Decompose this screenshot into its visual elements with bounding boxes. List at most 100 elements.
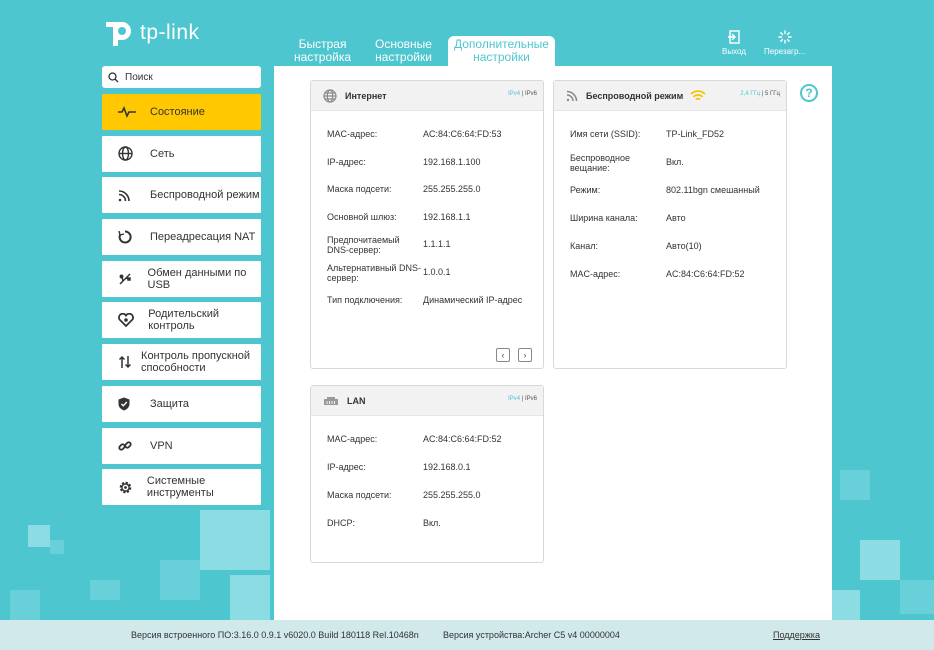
card-header: Интернет IPv4 | IPv6: [311, 81, 543, 111]
decor-square: [200, 510, 270, 570]
reboot-icon: [764, 30, 805, 47]
row-key: Тип подключения:: [327, 295, 403, 305]
support-link[interactable]: Поддержка: [773, 630, 820, 640]
ipv6-tab[interactable]: IPv6: [525, 396, 537, 402]
decor-square: [900, 580, 934, 614]
globe-icon: [323, 88, 337, 103]
sidebar-item-label: Обмен данными по USB: [147, 266, 247, 291]
row-value: 192.168.1.1: [423, 212, 471, 222]
card-title: Беспроводной режим: [586, 90, 684, 101]
globe-icon: [118, 146, 146, 161]
search-input[interactable]: [125, 71, 245, 83]
row-key: Альтернативный DNS-сервер:: [327, 263, 421, 283]
top-tabs: Быстрая настройка Основные настройки Доп…: [286, 36, 563, 67]
row-key: Канал:: [570, 241, 598, 251]
search-icon: [108, 71, 119, 82]
sidebar-item-network[interactable]: Сеть: [102, 135, 261, 172]
wireless-card: Беспроводной режим 2,4 ГГц | 5 ГГц Имя с…: [553, 80, 787, 369]
row-key: Предпочитаемый DNS-сервер:: [327, 235, 400, 255]
band-toggle: 2,4 ГГц | 5 ГГц: [740, 91, 780, 97]
card-header: LAN IPv4 | IPv6: [311, 386, 543, 416]
row-value: 255.255.255.0: [423, 490, 481, 500]
row-value: AC:84:C6:64:FD:52: [423, 434, 502, 444]
sidebar-item-bandwidth[interactable]: Контроль пропускной способности: [102, 344, 261, 381]
card-header: Беспроводной режим 2,4 ГГц | 5 ГГц: [554, 81, 786, 111]
sidebar-item-usb[interactable]: Обмен данными по USB: [102, 260, 261, 297]
sidebar-item-wireless[interactable]: Беспроводной режим: [102, 177, 261, 214]
sidebar-item-label: Системные инструменты: [146, 475, 214, 500]
row-key: Ширина канала:: [570, 213, 638, 223]
logout-label: Выход: [722, 47, 746, 56]
ipv4-tab[interactable]: IPv4: [508, 396, 520, 402]
chevron-left-icon: ‹: [501, 350, 505, 360]
row-key: IP-адрес:: [327, 462, 366, 472]
decor-square: [10, 590, 40, 620]
gear-icon: [118, 480, 143, 495]
ip-version-toggle: IPv4 | IPv6: [508, 396, 537, 402]
lan-port-icon: [324, 396, 338, 405]
row-key: Режим:: [570, 185, 601, 195]
chevron-right-icon: ›: [523, 350, 527, 360]
prev-button[interactable]: ‹: [496, 348, 510, 362]
reboot-button[interactable]: Перезагр...: [764, 30, 805, 56]
card-title: LAN: [347, 395, 366, 406]
band-5-tab[interactable]: 5 ГГц: [765, 91, 780, 97]
row-value: AC:84:C6:64:FD:52: [666, 269, 745, 279]
sidebar-item-nat[interactable]: Переадресация NAT: [102, 219, 261, 256]
footer-bar: Версия встроенного ПО:3.16.0 0.9.1 v6020…: [0, 620, 934, 650]
sidebar-item-label: Защита: [150, 397, 189, 410]
tab-advanced[interactable]: Дополнительные настройки: [447, 36, 555, 66]
decor-square: [28, 525, 50, 547]
decor-square: [160, 560, 200, 600]
row-value: 1.0.0.1: [423, 267, 451, 277]
row-key: DHCP:: [327, 518, 356, 528]
row-key: Основной шлюз:: [327, 212, 397, 222]
row-key: Маска подсети:: [327, 184, 392, 194]
sidebar-item-label: Сеть: [150, 147, 175, 160]
next-button[interactable]: ›: [518, 348, 532, 362]
lan-card: LAN IPv4 | IPv6 MAC-адрес: AC:84:C6:64:FD…: [310, 385, 544, 563]
decor-square: [90, 580, 120, 600]
row-value: Авто(10): [666, 241, 702, 251]
sidebar-item-vpn[interactable]: VPN: [102, 427, 261, 464]
help-icon[interactable]: ?: [800, 84, 818, 102]
band-24-tab[interactable]: 2,4 ГГц: [740, 91, 760, 97]
sidebar-item-label: VPN: [150, 439, 173, 452]
tp-link-logo-icon: [106, 22, 131, 46]
wireless-icon: [566, 90, 578, 101]
tab-label-line2: настройки: [473, 50, 530, 64]
vpn-icon: [118, 439, 146, 453]
row-value: Авто: [666, 213, 686, 223]
row-key: MAC-адрес:: [327, 434, 378, 444]
ipv6-tab[interactable]: IPv6: [525, 91, 537, 97]
decor-square: [860, 540, 900, 580]
card-title: Интернет: [345, 90, 387, 101]
row-key: MAC-адрес:: [570, 269, 621, 279]
hardware-version: Версия устройства:Archer C5 v4 00000004: [443, 630, 620, 640]
row-value: AC:84:C6:64:FD:53: [423, 129, 502, 139]
sidebar-item-label: Контроль пропускной способности: [141, 350, 251, 375]
tab-quick-setup[interactable]: Быстрая настройка: [286, 36, 359, 67]
sidebar-item-label: Беспроводной режим: [150, 189, 260, 202]
status-icon: [118, 106, 146, 118]
sidebar-item-security[interactable]: Защита: [102, 385, 261, 422]
sidebar-item-parental[interactable]: Родительский контроль: [102, 302, 261, 339]
nat-icon: [118, 230, 146, 244]
ipv4-tab[interactable]: IPv4: [508, 91, 520, 97]
wifi-signal-icon: [690, 89, 706, 100]
row-value: TP-Link_FD52: [666, 129, 725, 139]
logout-button[interactable]: Выход: [722, 30, 746, 56]
row-key: Беспроводное вещание:: [570, 153, 631, 173]
row-value: 1.1.1.1: [423, 239, 451, 249]
reboot-label: Перезагр...: [764, 47, 806, 56]
shield-icon: [118, 397, 146, 411]
ip-version-toggle: IPv4 | IPv6: [508, 91, 537, 97]
tab-label-line2: настройки: [375, 50, 432, 64]
decor-square: [832, 590, 860, 620]
row-key: Имя сети (SSID):: [570, 129, 641, 139]
row-value: Вкл.: [666, 157, 684, 167]
sidebar-item-system-tools[interactable]: Системные инструменты: [102, 469, 261, 506]
sidebar-item-status[interactable]: Состояние: [102, 94, 261, 130]
tab-basic[interactable]: Основные настройки: [367, 36, 440, 67]
search-box: [102, 66, 261, 88]
